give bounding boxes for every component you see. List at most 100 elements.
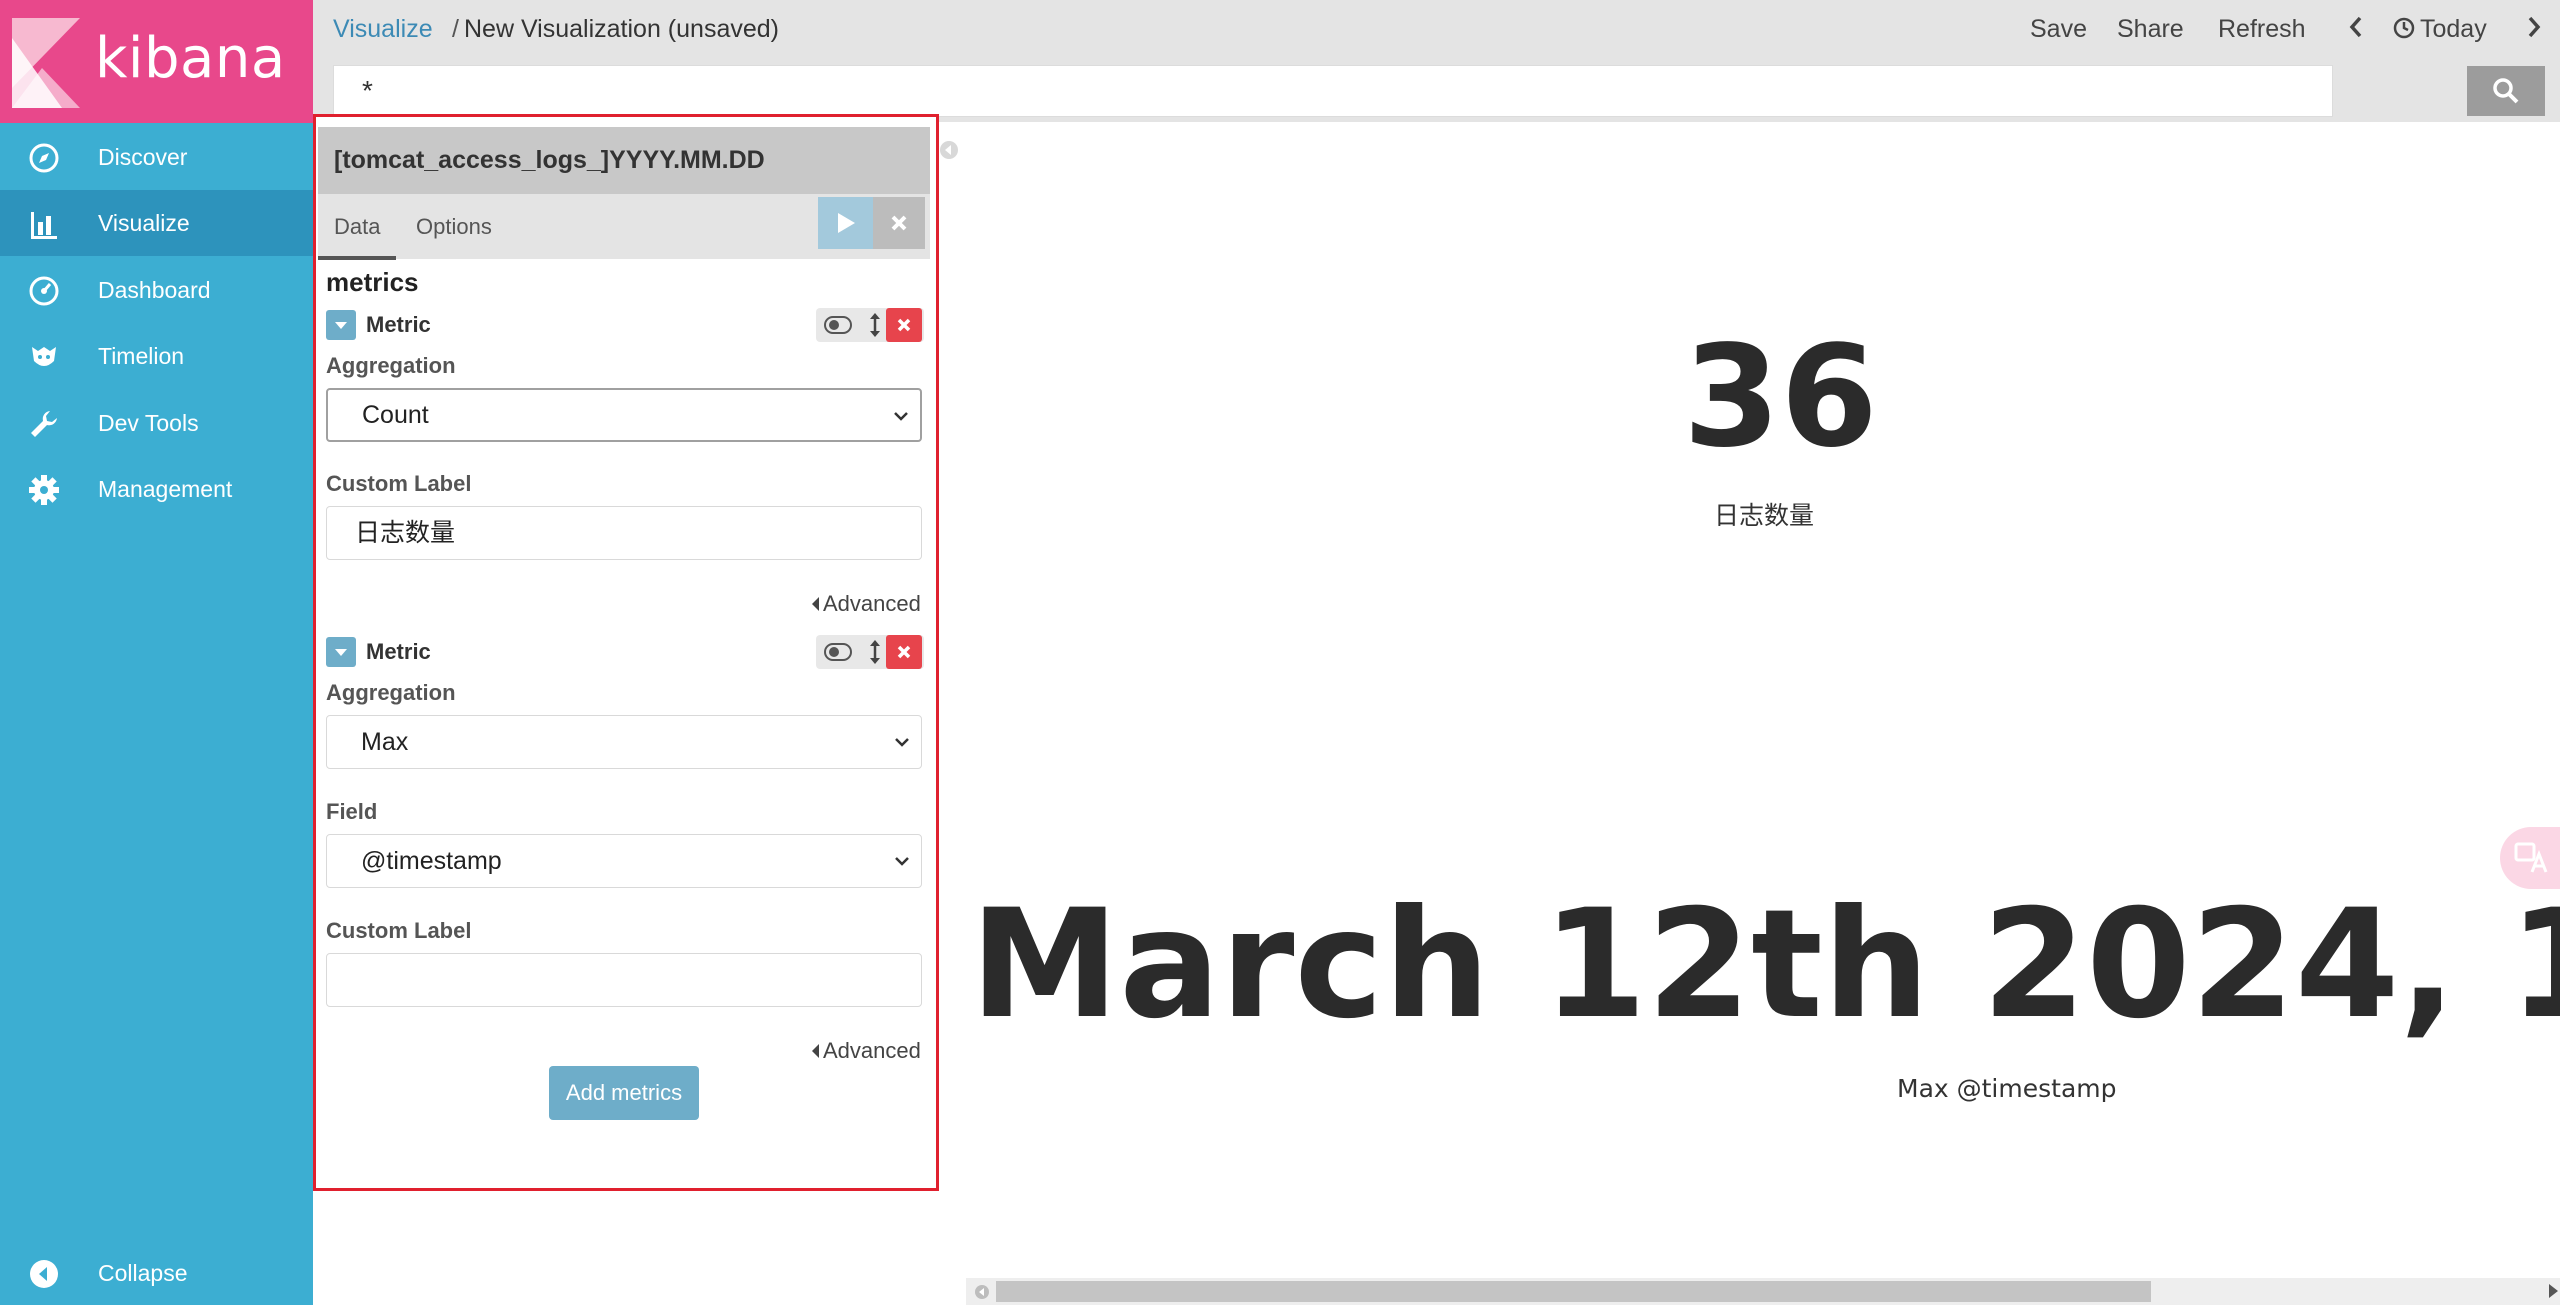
reorder-handle-icon[interactable] (868, 313, 882, 337)
add-metrics-button[interactable]: Add metrics (549, 1066, 699, 1120)
metric-label-max-timestamp: Max @timestamp (1897, 1074, 2117, 1103)
advanced-label: Advanced (823, 591, 921, 616)
sidebar-item-label: Dashboard (98, 276, 211, 303)
close-icon (897, 318, 911, 332)
compass-icon (29, 143, 59, 173)
brand-header[interactable]: kibana (0, 0, 313, 123)
metric-value-max-timestamp: March 12th 2024, 15:39: (970, 878, 2560, 1052)
horizontal-scrollbar[interactable] (966, 1278, 2560, 1305)
wrench-icon (31, 411, 57, 437)
index-pattern-title: [tomcat_access_logs_]YYYY.MM.DD (318, 127, 930, 194)
search-button[interactable] (2467, 66, 2545, 116)
sidebar-item-label: Management (98, 475, 233, 502)
custom-label-input[interactable]: 日志数量 (326, 506, 922, 560)
aggregation-value: Max (361, 728, 409, 756)
tab-data[interactable]: Data (318, 214, 397, 260)
sidebar-item-discover[interactable]: Discover (0, 124, 313, 190)
refresh-button[interactable]: Refresh (2218, 15, 2306, 44)
sidebar-item-management[interactable]: Management (0, 456, 313, 522)
scroll-left-icon[interactable] (974, 1284, 990, 1300)
toggle-visibility-icon[interactable] (824, 643, 852, 661)
sidebar-collapse-button[interactable]: Collapse (0, 1240, 313, 1305)
reorder-handle-icon[interactable] (868, 640, 882, 664)
sidebar-item-label: Dev Tools (98, 409, 199, 436)
search-icon (2493, 78, 2519, 104)
gear-icon (29, 475, 59, 505)
field-value: @timestamp (361, 847, 502, 875)
metric-label-count: 日志数量 (1714, 501, 1815, 530)
bar-chart-icon (31, 212, 57, 239)
sidebar-item-label: Timelion (98, 342, 185, 369)
caret-left-icon (812, 597, 819, 611)
kibana-app: kibana Discover Visualize Dashboard Time… (0, 0, 2560, 1305)
chevron-down-icon (895, 857, 909, 866)
sidebar-item-label: Discover (98, 143, 188, 170)
metric-collapse-toggle[interactable] (326, 637, 356, 667)
apply-changes-button[interactable] (818, 197, 873, 249)
custom-label-input[interactable] (326, 953, 922, 1007)
translate-widget-button[interactable] (2500, 827, 2560, 889)
aggregation-select[interactable]: Count (326, 388, 922, 442)
time-previous-icon[interactable] (2345, 14, 2367, 40)
metrics-section-title: metrics (326, 267, 419, 297)
clock-icon (2393, 17, 2415, 39)
discard-changes-button[interactable] (873, 197, 925, 249)
scroll-right-icon[interactable] (2549, 1284, 2558, 1298)
query-bar: * (313, 60, 2560, 122)
field-label: Field (326, 799, 378, 824)
sidebar-item-dev-tools[interactable]: Dev Tools (0, 390, 313, 456)
aggregation-select[interactable]: Max (326, 715, 922, 769)
sidebar: kibana Discover Visualize Dashboard Time… (0, 0, 313, 1305)
scrollbar-thumb[interactable] (996, 1281, 2151, 1302)
metric-header: Metric (326, 635, 926, 671)
toggle-visibility-icon[interactable] (824, 316, 852, 334)
metric-title: Metric (366, 312, 431, 337)
chevron-down-icon (894, 412, 908, 421)
collapse-label: Collapse (98, 1259, 188, 1286)
play-icon (837, 213, 855, 233)
close-icon (897, 645, 911, 659)
breadcrumb-visualize-link[interactable]: Visualize (333, 15, 433, 44)
breadcrumb-current: New Visualization (unsaved) (464, 15, 779, 43)
top-nav: Visualize / New Visualization (unsaved) … (313, 0, 2560, 60)
time-next-icon[interactable] (2523, 14, 2545, 40)
brand-name: kibana (95, 26, 286, 91)
collapse-editor-icon[interactable] (939, 140, 959, 160)
metric-value-clip: March 12th 2024, 15:39: (960, 860, 2560, 1060)
close-icon (891, 215, 907, 231)
sidebar-item-label: Visualize (98, 209, 190, 236)
metric-tools (816, 635, 924, 669)
sidebar-item-dashboard[interactable]: Dashboard (0, 257, 313, 323)
dashboard-icon (29, 276, 59, 306)
sidebar-item-visualize[interactable]: Visualize (0, 190, 313, 256)
custom-label-label: Custom Label (326, 471, 472, 496)
save-button[interactable]: Save (2030, 15, 2087, 44)
advanced-label: Advanced (823, 1038, 921, 1063)
metric-collapse-toggle[interactable] (326, 310, 356, 340)
aggregation-value: Count (362, 401, 429, 429)
vis-editor-sidebar: [tomcat_access_logs_]YYYY.MM.DD Data Opt… (313, 114, 939, 1191)
chevron-down-icon (895, 738, 909, 747)
remove-metric-button[interactable] (886, 308, 922, 342)
advanced-toggle-link[interactable]: Advanced (812, 1038, 921, 1064)
remove-metric-button[interactable] (886, 635, 922, 669)
metric-title: Metric (366, 639, 431, 664)
kibana-logo-icon (12, 18, 80, 108)
search-input[interactable]: * (333, 65, 2333, 117)
caret-left-icon (812, 1044, 819, 1058)
timelion-icon (32, 347, 56, 366)
chevron-down-icon (335, 322, 347, 329)
metric-header: Metric (326, 308, 926, 344)
metric-tools (816, 308, 924, 342)
aggregation-label: Aggregation (326, 353, 456, 378)
advanced-toggle-link[interactable]: Advanced (812, 591, 921, 617)
metric-value-count: 36 (1683, 316, 1878, 479)
chevron-down-icon (335, 649, 347, 656)
collapse-icon (30, 1260, 58, 1288)
tab-options[interactable]: Options (416, 214, 492, 240)
time-picker-button[interactable]: Today (2420, 15, 2487, 44)
share-button[interactable]: Share (2117, 15, 2184, 44)
sidebar-item-timelion[interactable]: Timelion (0, 323, 313, 389)
field-select[interactable]: @timestamp (326, 834, 922, 888)
breadcrumb-separator: / (452, 15, 459, 43)
